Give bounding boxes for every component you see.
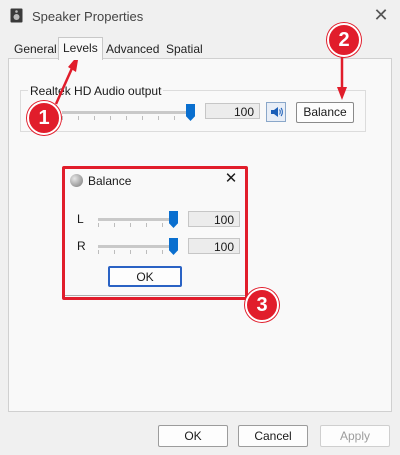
annotation-arrows: [54, 54, 347, 105]
apply-button[interactable]: Apply: [320, 425, 390, 447]
tab-levels[interactable]: Levels: [58, 37, 103, 60]
step-2-badge: 2: [327, 23, 361, 57]
ok-button[interactable]: OK: [158, 425, 228, 447]
step-3-badge: 3: [245, 288, 279, 322]
step-1-badge: 1: [27, 101, 61, 135]
cancel-button[interactable]: Cancel: [238, 425, 308, 447]
speaker-properties-window: Speaker Properties ✕ General Levels Adva…: [0, 0, 400, 455]
